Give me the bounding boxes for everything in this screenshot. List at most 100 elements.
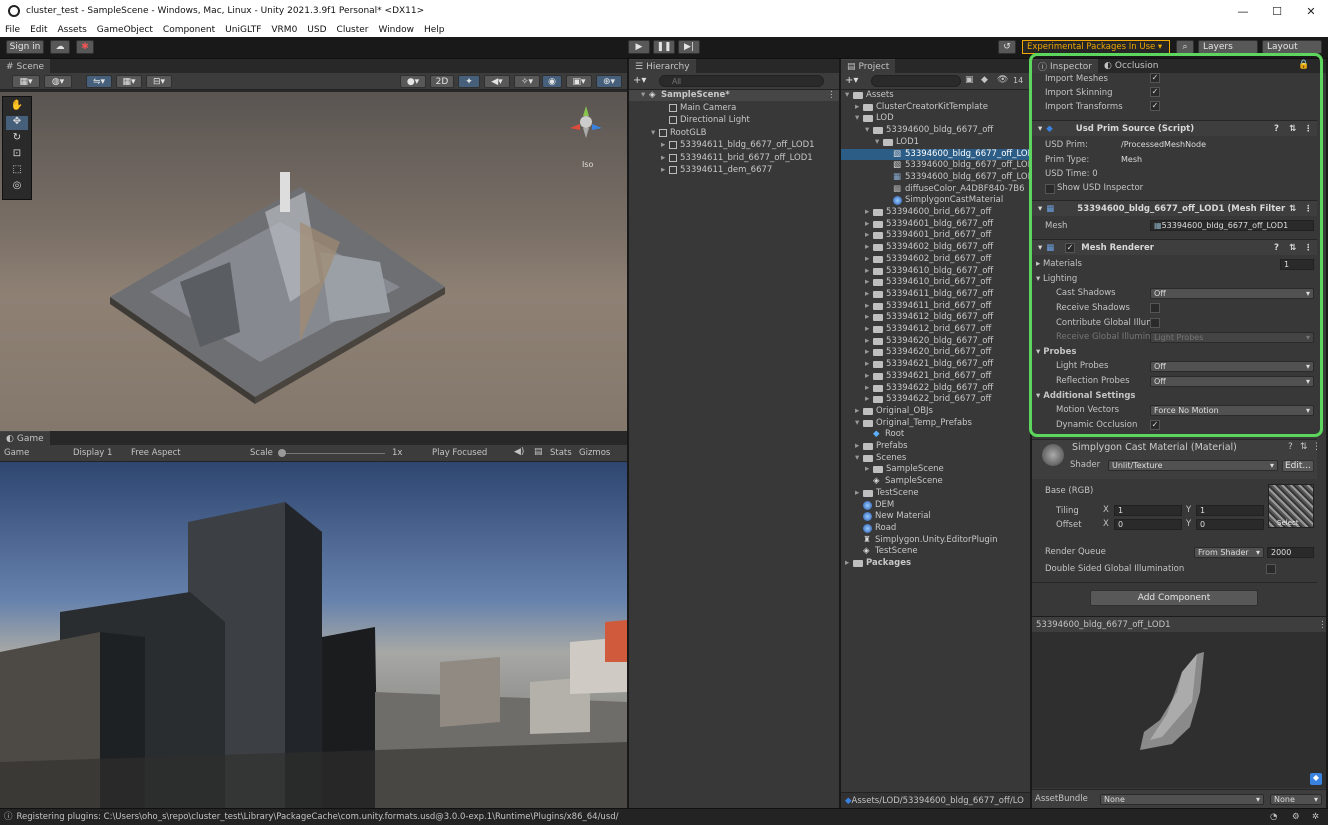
game-mode-dropdown[interactable]: Game bbox=[4, 448, 64, 458]
shading-dropdown[interactable]: ●▾ bbox=[400, 75, 426, 88]
foldout-arrow-icon[interactable]: ▸ bbox=[865, 347, 873, 358]
assetbundle-dropdown[interactable]: None bbox=[1100, 794, 1264, 805]
edit-shader-button[interactable]: Edit... bbox=[1282, 460, 1314, 472]
hand-tool-icon[interactable]: ✋ bbox=[6, 100, 28, 114]
foldout-arrow-icon[interactable]: ▸ bbox=[865, 464, 873, 475]
2d-toggle[interactable]: 2D bbox=[430, 75, 454, 88]
hierarchy-item[interactable]: Main Camera bbox=[629, 103, 839, 114]
cloud-icon[interactable]: ☁ bbox=[50, 40, 70, 54]
scene-viewport[interactable]: ✋ ✥ ↻ ⊡ ⬚ ◎ Iso bbox=[0, 92, 627, 431]
menu-item[interactable]: Help bbox=[419, 25, 450, 35]
menu-item[interactable]: VRM0 bbox=[266, 25, 302, 35]
render-queue-field[interactable]: 2000 bbox=[1267, 547, 1314, 558]
foldout-arrow-icon[interactable]: ▾ bbox=[641, 90, 649, 101]
menu-item[interactable]: Cluster bbox=[332, 25, 374, 35]
light-probes-dropdown[interactable]: Off bbox=[1150, 361, 1314, 372]
foldout-arrow-icon[interactable]: ▸ bbox=[865, 289, 873, 300]
play-button[interactable]: ▶ bbox=[628, 40, 650, 54]
foldout-arrow-icon[interactable]: ▸ bbox=[865, 230, 873, 241]
kebab-menu-icon[interactable]: ⋮ bbox=[1304, 201, 1313, 217]
project-item[interactable]: ▸ 53394602_brid_6677_off bbox=[841, 254, 1030, 265]
hierarchy-item[interactable]: Directional Light bbox=[629, 115, 839, 126]
foldout-arrow-icon[interactable]: ▸ bbox=[865, 207, 873, 218]
foldout-arrow-icon[interactable]: ▸ bbox=[865, 359, 873, 370]
stats-button[interactable]: Stats bbox=[550, 448, 572, 458]
project-item[interactable]: ▸ 53394612_brid_6677_off bbox=[841, 324, 1030, 335]
project-item[interactable]: ▧ 53394600_bldg_6677_off_LOD1 bbox=[841, 160, 1030, 171]
project-item[interactable]: ▸ 53394601_brid_6677_off bbox=[841, 230, 1030, 241]
scale-slider[interactable] bbox=[280, 453, 385, 454]
project-item[interactable]: ▸ 53394622_brid_6677_off bbox=[841, 394, 1030, 405]
foldout-arrow-icon[interactable]: ▸ bbox=[855, 406, 863, 417]
hidden-packages-icon[interactable]: 👁 bbox=[997, 75, 1008, 85]
lighting-foldout[interactable]: ▾ Lighting bbox=[1032, 272, 1317, 286]
play-focused-dropdown[interactable]: Play Focused bbox=[432, 448, 487, 458]
foldout-arrow-icon[interactable]: ▸ bbox=[855, 441, 863, 452]
project-item[interactable]: ▸ 53394610_bldg_6677_off bbox=[841, 266, 1030, 277]
hierarchy-search-input[interactable] bbox=[659, 75, 824, 87]
assetbundle-variant-dropdown[interactable]: None bbox=[1270, 794, 1322, 805]
rect-tool-icon[interactable]: ⬚ bbox=[6, 164, 28, 178]
pause-button[interactable]: ❚❚ bbox=[653, 40, 675, 54]
experimental-packages-badge[interactable]: Experimental Packages In Use ▾ bbox=[1022, 40, 1170, 54]
kebab-menu-icon[interactable]: ⋮ bbox=[1304, 121, 1313, 137]
foldout-arrow-icon[interactable]: ▸ bbox=[865, 394, 873, 405]
tab-game[interactable]: ◐ Game bbox=[0, 431, 50, 445]
reflection-probes-dropdown[interactable]: Off bbox=[1150, 376, 1314, 387]
offset-y-field[interactable]: 0 bbox=[1196, 519, 1264, 530]
preset-icon[interactable]: ⇅ bbox=[1289, 121, 1296, 137]
probes-foldout[interactable]: ▾ Probes bbox=[1032, 345, 1317, 359]
gizmos-dropdown[interactable]: ⊕▾ bbox=[596, 75, 622, 88]
project-item[interactable]: ▾ Scenes bbox=[841, 453, 1030, 464]
hierarchy-item[interactable]: ▸ 53394611_bldg_6677_off_LOD1 bbox=[629, 140, 839, 151]
foldout-arrow-icon[interactable]: ▸ bbox=[865, 266, 873, 277]
foldout-arrow-icon[interactable]: ▾ bbox=[875, 137, 883, 148]
kebab-menu-icon[interactable]: ⋮ bbox=[1318, 617, 1327, 633]
frame-debugger-icon[interactable]: ▤ bbox=[534, 447, 543, 457]
aspect-dropdown[interactable]: Free Aspect bbox=[131, 448, 241, 458]
contribute-gi-checkbox[interactable] bbox=[1150, 318, 1160, 328]
project-item[interactable]: New Material bbox=[841, 511, 1030, 522]
receive-shadows-checkbox[interactable] bbox=[1150, 303, 1160, 313]
tab-scene[interactable]: # Scene bbox=[0, 59, 50, 73]
project-item[interactable]: ▸ Packages bbox=[841, 558, 1030, 569]
draw-mode-dropdown[interactable]: ▦▾ bbox=[12, 75, 40, 88]
project-item[interactable]: ▸ 53394621_brid_6677_off bbox=[841, 371, 1030, 382]
project-item[interactable]: ▸ 53394601_bldg_6677_off bbox=[841, 219, 1030, 230]
foldout-arrow-icon[interactable]: ▾ bbox=[651, 128, 659, 139]
project-item[interactable]: ▦ 53394600_bldg_6677_off_LOD1 bbox=[841, 172, 1030, 183]
tab-occlusion[interactable]: ◐ Occlusion bbox=[1098, 59, 1165, 73]
layers-dropdown[interactable]: Layers bbox=[1198, 40, 1258, 54]
mesh-filter-header[interactable]: ▾ ▦ 53394600_bldg_6677_off_LOD1 (Mesh Fil… bbox=[1032, 200, 1317, 216]
usd-prim-field[interactable]: /ProcessedMeshNode bbox=[1118, 140, 1314, 151]
increment-snap-dropdown[interactable]: ⊟▾ bbox=[146, 75, 172, 88]
project-item[interactable]: ▾ LOD bbox=[841, 113, 1030, 124]
project-item[interactable]: ▩ diffuseColor_A4DBF840-7B6 bbox=[841, 184, 1030, 195]
effects-dropdown[interactable]: ✧▾ bbox=[514, 75, 540, 88]
debug-mode-icon[interactable]: ⚙ bbox=[1292, 809, 1300, 825]
project-item[interactable]: ▾ LOD1 bbox=[841, 137, 1030, 148]
kebab-menu-icon[interactable]: ⋮ bbox=[827, 90, 836, 101]
scale-tool-icon[interactable]: ⊡ bbox=[6, 148, 28, 162]
foldout-arrow-icon[interactable]: ▸ bbox=[661, 153, 669, 164]
project-item[interactable]: DEM bbox=[841, 500, 1030, 511]
import-skinning-checkbox[interactable]: ✓ bbox=[1150, 87, 1160, 97]
render-queue-dropdown[interactable]: From Shader bbox=[1194, 547, 1264, 558]
tab-inspector[interactable]: ⓘ Inspector bbox=[1032, 59, 1098, 73]
additional-settings-foldout[interactable]: ▾ Additional Settings bbox=[1032, 389, 1317, 403]
maximize-button[interactable]: ☐ bbox=[1260, 0, 1294, 22]
offset-x-field[interactable]: 0 bbox=[1114, 519, 1182, 530]
cast-shadows-dropdown[interactable]: Off bbox=[1150, 288, 1314, 299]
foldout-arrow-icon[interactable]: ▸ bbox=[661, 165, 669, 176]
foldout-arrow-icon[interactable]: ▾ bbox=[855, 113, 863, 124]
project-item[interactable]: Road bbox=[841, 523, 1030, 534]
bug-icon[interactable]: ✲ bbox=[1312, 809, 1319, 825]
project-item[interactable]: ◆ Root bbox=[841, 429, 1030, 440]
foldout-arrow-icon[interactable]: ▸ bbox=[865, 242, 873, 253]
foldout-arrow-icon[interactable]: ▸ bbox=[865, 219, 873, 230]
materials-foldout[interactable]: ▸ Materials bbox=[1032, 257, 1317, 271]
menu-item[interactable]: UniGLTF bbox=[220, 25, 266, 35]
transform-tool-icon[interactable]: ◎ bbox=[6, 180, 28, 194]
project-item[interactable]: ▸ ClusterCreatorKitTemplate bbox=[841, 102, 1030, 113]
menu-item[interactable]: Window bbox=[373, 25, 419, 35]
